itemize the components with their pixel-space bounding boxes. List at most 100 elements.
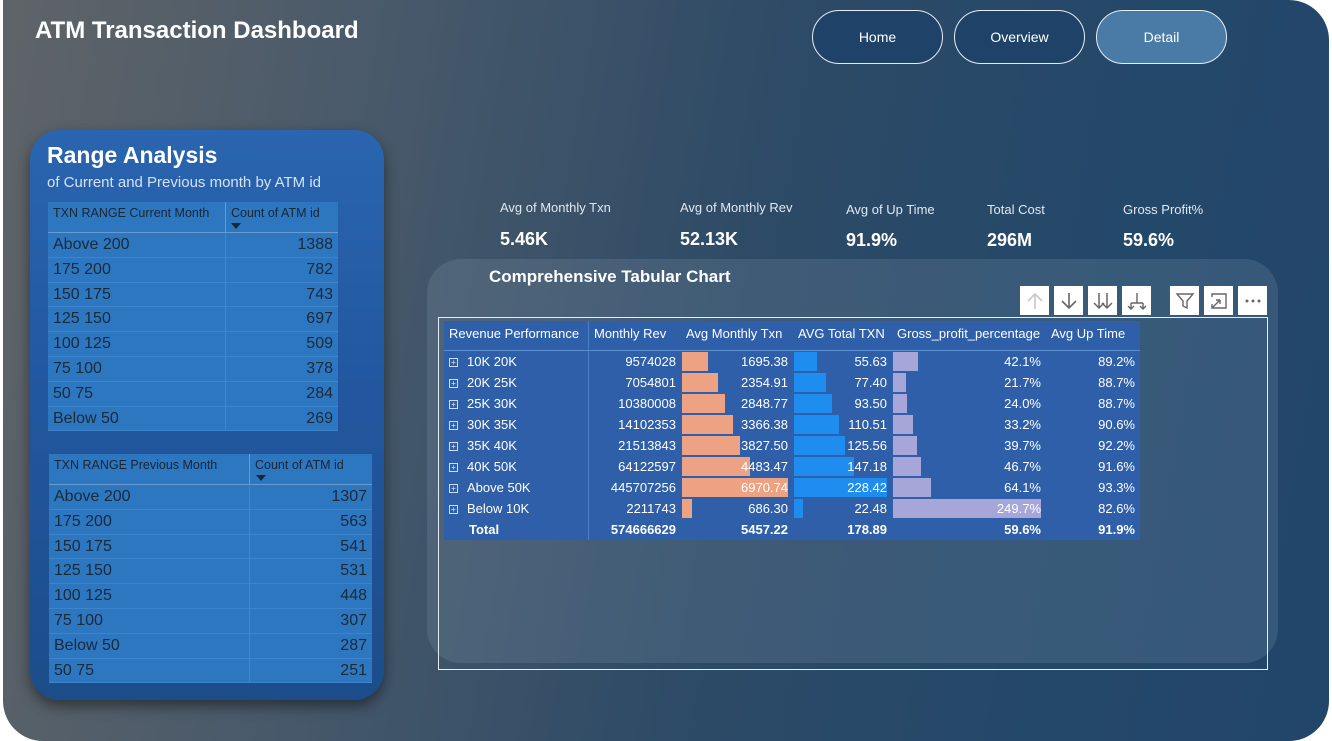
expand-row-icon[interactable]: +	[449, 379, 458, 389]
column-header-avg-total-txn[interactable]: AVG Total TXN	[793, 321, 892, 350]
expand-row-icon[interactable]: +	[449, 421, 458, 431]
sort-descending-icon[interactable]	[231, 223, 241, 229]
row-label: 30K 35K	[467, 417, 517, 432]
data-bar	[682, 352, 708, 371]
avg-up-time-cell: 88.7%	[1098, 375, 1135, 390]
overview-button[interactable]: Overview	[954, 10, 1085, 64]
kpi-value-avg-monthly-rev: 52.13K	[680, 229, 739, 249]
table-row[interactable]: 50 75 284	[48, 381, 338, 407]
arrow-down-icon[interactable]	[1054, 286, 1083, 315]
column-header-avg-up-time[interactable]: Avg Up Time	[1046, 321, 1140, 350]
table-row[interactable]: +10K 20K 9574028 1695.38 55.63 42.1% 89.2%	[444, 351, 1140, 372]
table-row[interactable]: 50 75 251	[49, 658, 372, 684]
txn-range-cell: 50 75	[49, 658, 250, 683]
table-row[interactable]: + Above 50K 445707256 6970.74 228.42 64.1% 93.…	[444, 477, 1140, 498]
table-row[interactable]: 175 200 782	[48, 257, 338, 283]
revenue-performance-cell[interactable]: +25K 30K	[444, 393, 589, 414]
monthly-rev-cell: 64122597	[618, 459, 676, 474]
expand-row-icon[interactable]: +	[449, 463, 458, 473]
expand-row-icon[interactable]: +	[449, 358, 458, 368]
sort-descending-icon[interactable]	[256, 475, 266, 481]
revenue-performance-cell[interactable]: +20K 25K	[444, 372, 589, 393]
count-cell: 531	[340, 562, 367, 580]
txn-range-cell: 175 200	[48, 257, 226, 282]
revenue-performance-cell[interactable]: +30K 35K	[444, 414, 589, 435]
count-cell: 509	[306, 335, 333, 353]
revenue-performance-cell[interactable]: +40K 50K	[444, 456, 589, 477]
arrow-up-icon[interactable]	[1020, 286, 1049, 315]
table-row[interactable]: +30K 35K 14102353 3366.38 110.51 33.2% 90.6%	[444, 414, 1140, 435]
expand-row-icon[interactable]: +	[449, 505, 458, 515]
table-row[interactable]: 150 175 743	[48, 282, 338, 308]
cell-value: 249.7%	[996, 501, 1041, 516]
table-row[interactable]: 75 100 307	[49, 608, 372, 634]
cell-value: 2848.77	[741, 396, 788, 411]
more-options-icon[interactable]	[1238, 286, 1267, 315]
column-header-txn-range[interactable]: TXN RANGE Current Month	[48, 202, 226, 232]
count-cell: 284	[306, 384, 333, 402]
kpi-value-avg-up-time: 91.9%	[846, 230, 898, 250]
total-avg-total-txn: 178.89	[847, 522, 887, 537]
data-bar	[794, 499, 804, 518]
table-row[interactable]: +20K 25K 7054801 2354.91 77.40 21.7% 88.7%	[444, 372, 1140, 393]
data-bar	[794, 373, 826, 392]
column-header-monthly-rev[interactable]: Monthly Rev	[589, 321, 681, 350]
expand-row-icon[interactable]: +	[449, 442, 458, 452]
avg-monthly-txn-cell: 2354.91	[681, 372, 793, 393]
row-label: Above 50K	[467, 480, 531, 495]
current-month-table[interactable]: TXN RANGE Current Month Count of ATM id …	[48, 202, 338, 432]
row-label: 20K 25K	[467, 375, 517, 390]
revenue-performance-cell[interactable]: +35K 40K	[444, 435, 589, 456]
table-row[interactable]: +40K 50K 64122597 4483.47 147.18 46.7% 91.6%	[444, 456, 1140, 477]
txn-range-cell: Above 200	[49, 485, 250, 509]
focus-mode-icon[interactable]	[1204, 286, 1233, 315]
table-row[interactable]: 100 125 448	[49, 584, 372, 609]
gross-profit-cell: 24.0%	[892, 393, 1046, 414]
revenue-performance-cell[interactable]: + Below 10K	[444, 498, 589, 519]
table-row[interactable]: +35K 40K 21513843 3827.50 125.56 39.7% 92.2%	[444, 435, 1140, 456]
column-header-count[interactable]: Count of ATM id	[250, 454, 372, 484]
table-row[interactable]: +25K 30K 10380008 2848.77 93.50 24.0% 88.7%	[444, 393, 1140, 414]
data-bar	[893, 457, 921, 476]
avg-up-time-cell: 92.2%	[1098, 438, 1135, 453]
column-header-gross-profit-percentage[interactable]: Gross_profit_percentage	[892, 321, 1046, 350]
table-row[interactable]: 125 150 531	[49, 559, 372, 585]
expand-row-icon[interactable]: +	[449, 400, 458, 410]
home-button[interactable]: Home	[812, 10, 943, 64]
cell-value: 228.42	[847, 480, 887, 495]
total-avg-up-time: 91.9%	[1098, 522, 1135, 537]
expand-hierarchy-icon[interactable]	[1122, 286, 1151, 315]
cell-value: 4483.47	[741, 459, 788, 474]
comprehensive-table[interactable]: Revenue Performance Monthly Rev Avg Mont…	[444, 321, 1140, 540]
avg-monthly-txn-cell: 686.30	[681, 498, 793, 519]
column-header-avg-monthly-txn[interactable]: Avg Monthly Txn	[681, 321, 793, 350]
data-bar	[682, 415, 734, 434]
count-cell: 448	[340, 587, 367, 605]
data-bar	[682, 373, 718, 392]
table-row[interactable]: 150 175 541	[49, 534, 372, 560]
avg-monthly-txn-cell: 3827.50	[681, 435, 793, 456]
table-row[interactable]: Below 50 287	[49, 633, 372, 659]
revenue-performance-cell[interactable]: +10K 20K	[444, 351, 589, 372]
filter-icon[interactable]	[1170, 286, 1199, 315]
expand-row-icon[interactable]: +	[449, 484, 458, 494]
table-row[interactable]: Above 200 1388	[48, 233, 338, 258]
table-row[interactable]: 75 100 378	[48, 356, 338, 382]
table-row[interactable]: 100 125 509	[48, 332, 338, 357]
table-row[interactable]: Below 50 269	[48, 406, 338, 432]
table-row[interactable]: + Below 10K 2211743 686.30 22.48 249.7% 82.6%	[444, 498, 1140, 519]
avg-total-txn-cell: 77.40	[793, 372, 892, 393]
previous-month-table[interactable]: TXN RANGE Previous Month Count of ATM id…	[49, 454, 372, 684]
detail-button[interactable]: Detail	[1096, 10, 1227, 64]
txn-range-cell: 175 200	[49, 509, 250, 534]
double-arrow-down-icon[interactable]	[1088, 286, 1117, 315]
table-row[interactable]: 125 150 697	[48, 307, 338, 333]
table-row[interactable]: 175 200 563	[49, 509, 372, 535]
revenue-performance-cell[interactable]: + Above 50K	[444, 477, 589, 498]
column-header-count[interactable]: Count of ATM id	[226, 202, 338, 232]
avg-up-time-cell: 90.6%	[1098, 417, 1135, 432]
table-header: Revenue Performance Monthly Rev Avg Mont…	[444, 321, 1140, 351]
column-header-revenue-performance[interactable]: Revenue Performance	[444, 321, 589, 350]
column-header-txn-range[interactable]: TXN RANGE Previous Month	[49, 454, 250, 484]
table-row[interactable]: Above 200 1307	[49, 485, 372, 510]
